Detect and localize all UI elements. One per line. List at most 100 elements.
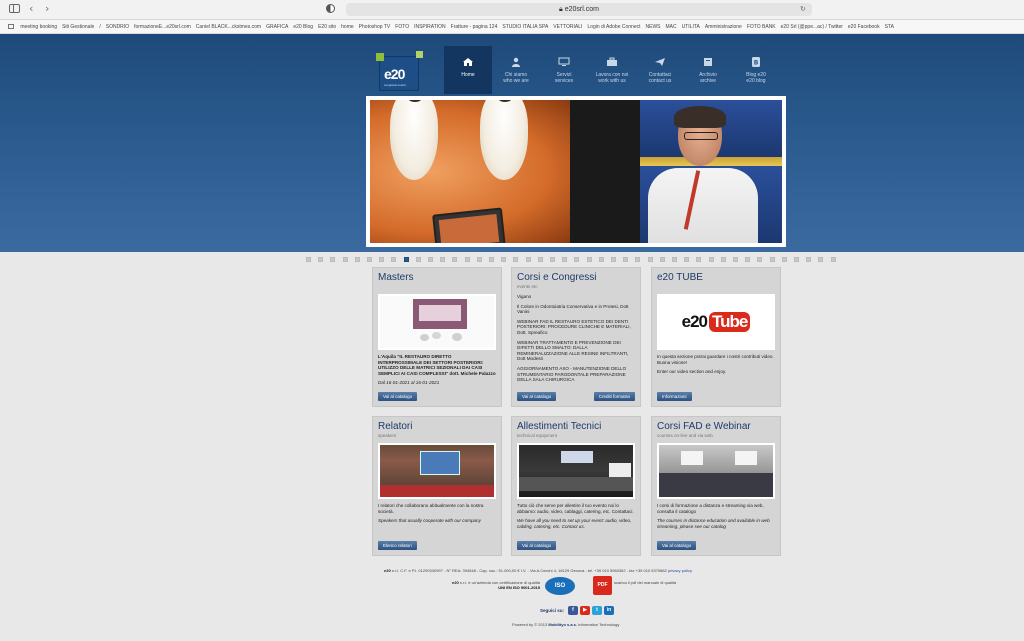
reload-icon[interactable]: ↻ bbox=[800, 5, 806, 13]
bookmark-item[interactable]: E20 sito bbox=[318, 24, 336, 30]
masters-thumbnail[interactable] bbox=[378, 294, 496, 350]
slider-dot[interactable] bbox=[794, 257, 799, 262]
slider-dot[interactable] bbox=[733, 257, 738, 262]
corsi-title[interactable]: Corsi e Congressi bbox=[517, 273, 635, 283]
masters-catalog-button[interactable]: Vai al catalogo bbox=[378, 392, 418, 401]
bookmark-item[interactable]: MAC bbox=[666, 24, 677, 30]
slider-dot[interactable] bbox=[452, 257, 458, 262]
bookmark-item[interactable]: / bbox=[99, 24, 100, 30]
bookmark-item[interactable]: STA bbox=[885, 24, 894, 30]
bookmarks-icon[interactable] bbox=[8, 24, 14, 30]
slider-dot[interactable] bbox=[513, 257, 519, 262]
iso-certification-icon[interactable]: ISO bbox=[545, 577, 575, 595]
corsi-event-link[interactable]: Il Colore in Odontoiatria Conservativa e… bbox=[517, 304, 635, 315]
slider-dot[interactable] bbox=[318, 257, 324, 262]
slider-dot[interactable] bbox=[647, 257, 653, 262]
slider-dot[interactable] bbox=[598, 257, 604, 262]
nav-item-archive[interactable]: Archivio archive bbox=[684, 46, 732, 94]
slider-dot[interactable] bbox=[428, 257, 433, 262]
powered-company-link[interactable]: Mobilityo s.a.s. bbox=[548, 622, 577, 627]
fad-catalog-button[interactable]: Vai al catalogo bbox=[657, 541, 697, 550]
corsi-event-link[interactable]: AGGIORNAMENTO ASO - MANUTENZIONE DELLO S… bbox=[517, 366, 635, 383]
sidebar-toggle-icon[interactable] bbox=[9, 4, 20, 13]
slider-dot[interactable] bbox=[635, 257, 641, 262]
slider-dot[interactable] bbox=[659, 257, 665, 262]
twitter-icon[interactable]: t bbox=[592, 606, 602, 615]
slider-dot[interactable] bbox=[354, 257, 360, 262]
e20tube-logo[interactable]: e20 Tube bbox=[657, 294, 775, 350]
bookmark-item[interactable]: e20 Facebook bbox=[848, 24, 880, 30]
slider-dot[interactable] bbox=[623, 257, 629, 262]
fad-thumbnail[interactable] bbox=[657, 443, 775, 499]
relatori-list-button[interactable]: Elenco relatori bbox=[378, 541, 417, 550]
slider-dot[interactable] bbox=[415, 257, 421, 262]
tube-info-button[interactable]: Informazioni bbox=[657, 392, 692, 401]
slider-dot[interactable] bbox=[696, 257, 702, 262]
slider-dot[interactable] bbox=[489, 257, 494, 262]
bookmark-item[interactable]: Siti Gestionale bbox=[62, 24, 94, 30]
bookmark-item[interactable]: home bbox=[341, 24, 354, 30]
slider-dot[interactable] bbox=[550, 257, 555, 262]
relatori-title[interactable]: Relatori bbox=[378, 422, 496, 432]
pdf-icon[interactable]: PDF bbox=[593, 576, 612, 595]
slider-dot[interactable] bbox=[720, 257, 726, 262]
nav-item-monitor[interactable]: Servizi services bbox=[540, 46, 588, 94]
slider-dot[interactable] bbox=[537, 257, 543, 262]
slider-dot[interactable] bbox=[306, 257, 311, 262]
bookmark-item[interactable]: meeting booking bbox=[20, 24, 57, 30]
bookmark-item[interactable]: Photoshop TV bbox=[359, 24, 391, 30]
slider-dot[interactable] bbox=[672, 257, 677, 262]
bookmark-item[interactable]: Login di Adobe Connect bbox=[587, 24, 640, 30]
bookmark-item[interactable]: NEWS bbox=[646, 24, 661, 30]
bookmark-item[interactable]: Amministrazione bbox=[705, 24, 742, 30]
slider-dot[interactable] bbox=[806, 257, 812, 262]
masters-text[interactable]: L'Aquila "IL RESTAURO DIRETTO INTERPROSS… bbox=[378, 354, 496, 376]
slider-dot[interactable] bbox=[769, 257, 775, 262]
address-bar[interactable]: 🔒︎ e20srl.com bbox=[346, 3, 812, 16]
linkedin-icon[interactable]: in bbox=[604, 606, 614, 615]
bookmark-item[interactable]: formazioneE...e20srl.com bbox=[134, 24, 191, 30]
bookmark-item[interactable]: INSPIRATION bbox=[414, 24, 446, 30]
bookmark-item[interactable]: e20 Blog bbox=[293, 24, 313, 30]
bookmark-item[interactable]: Caniel BLACK...ckstmes.com bbox=[196, 24, 261, 30]
slider-dot[interactable] bbox=[367, 257, 372, 262]
allestimenti-catalog-button[interactable]: Vai al catalogo bbox=[517, 541, 557, 550]
bookmark-item[interactable]: e20 Srl (@ppe...ac) / Twitter bbox=[781, 24, 843, 30]
privacy-policy-link[interactable]: privacy policy bbox=[668, 568, 692, 573]
site-logo[interactable]: e20 congressi eventi bbox=[376, 51, 423, 91]
slider-dot[interactable] bbox=[476, 257, 482, 262]
bookmark-item[interactable]: Fratture - pagina 124 bbox=[451, 24, 498, 30]
slider-dot[interactable] bbox=[464, 257, 470, 262]
slider-dot[interactable] bbox=[391, 257, 397, 262]
slider-dot[interactable] bbox=[708, 257, 714, 262]
corsi-event-link[interactable]: WEBINAR TRATTAMENTO E PREVENZIONE DEI DI… bbox=[517, 340, 635, 362]
forward-icon[interactable]: › bbox=[45, 2, 49, 15]
fad-title[interactable]: Corsi FAD e Webinar bbox=[657, 422, 775, 432]
bookmark-item[interactable]: FOTO bbox=[395, 24, 409, 30]
bookmark-item[interactable]: STUDIO ITALIA SPA bbox=[502, 24, 548, 30]
nav-item-blog[interactable]: B Blog e20 e20 blog bbox=[732, 46, 780, 94]
slider-dot[interactable] bbox=[440, 257, 446, 262]
slider-dot[interactable] bbox=[586, 257, 592, 262]
hero-slider[interactable] bbox=[366, 96, 786, 247]
slider-dot[interactable] bbox=[379, 257, 385, 262]
allestimenti-thumbnail[interactable] bbox=[517, 443, 635, 499]
slider-dot[interactable] bbox=[330, 257, 336, 262]
slider-dot[interactable] bbox=[830, 257, 836, 262]
slider-dot[interactable] bbox=[818, 257, 824, 262]
slider-dot[interactable] bbox=[745, 257, 751, 262]
slider-dot[interactable] bbox=[562, 257, 568, 262]
corsi-event-link[interactable]: WEBINAR FAD IL RESTAURO ESTETICO DEI DEN… bbox=[517, 319, 635, 336]
facebook-icon[interactable]: f bbox=[568, 606, 578, 615]
nav-item-briefcase[interactable]: Lavora con noi work with us bbox=[588, 46, 636, 94]
back-icon[interactable]: ‹ bbox=[29, 2, 33, 15]
nav-item-user[interactable]: Chi siamo who we are bbox=[492, 46, 540, 94]
nav-item-paper-plane[interactable]: Contattaci contact us bbox=[636, 46, 684, 94]
slider-dot[interactable] bbox=[781, 257, 787, 262]
youtube-icon[interactable]: ▶ bbox=[580, 606, 590, 615]
slider-dot[interactable] bbox=[403, 257, 409, 262]
corsi-event-link[interactable]: Vigano bbox=[517, 294, 635, 300]
slider-dot[interactable] bbox=[611, 257, 616, 262]
slider-dot[interactable] bbox=[501, 257, 507, 262]
pdf-download-text[interactable]: scarica il pdf del manuale di qualità bbox=[614, 580, 684, 585]
